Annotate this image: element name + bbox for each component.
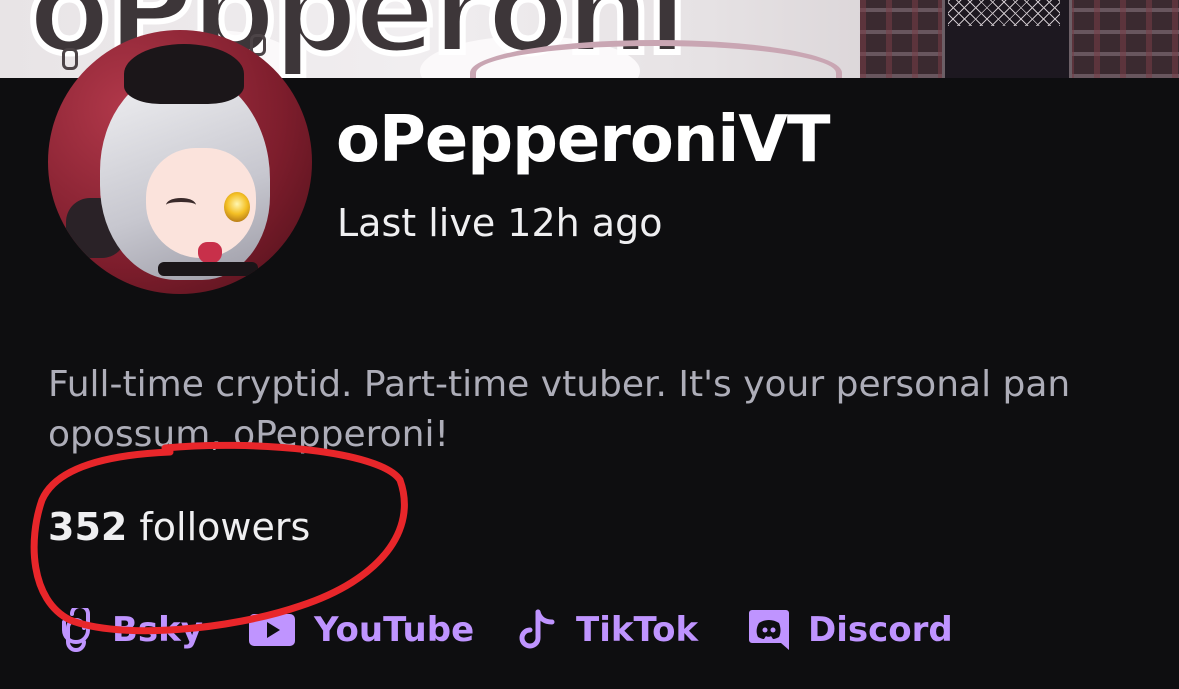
channel-bio: Full-time cryptid. Part-time vtuber. It'… xyxy=(48,364,1071,455)
discord-icon xyxy=(749,610,789,650)
follower-count[interactable]: 352 followers xyxy=(48,508,310,546)
avatar-choker xyxy=(158,262,258,276)
youtube-icon xyxy=(249,614,295,646)
social-link-label: Discord xyxy=(808,610,953,650)
social-link-label: YouTube xyxy=(314,610,475,650)
follower-count-number: 352 xyxy=(48,505,128,549)
social-link-tiktok[interactable]: TikTok xyxy=(518,604,698,656)
banner-character-fishnet xyxy=(948,0,1060,26)
social-link-bsky[interactable]: Bsky xyxy=(58,604,203,656)
social-link-discord[interactable]: Discord xyxy=(748,604,953,656)
avatar-eye xyxy=(224,192,250,222)
channel-profile-screen: oPpperoni oPepperoniVT Last live 12h ago… xyxy=(0,0,1179,689)
avatar-hat xyxy=(124,44,244,104)
avatar-image[interactable] xyxy=(48,30,312,294)
avatar-winking-eye xyxy=(166,198,196,212)
bluesky-link-icon xyxy=(62,608,90,652)
follower-count-label: followers xyxy=(139,505,311,549)
social-link-label: TikTok xyxy=(576,610,699,650)
avatar-mouth xyxy=(198,242,222,264)
social-link-label: Bsky xyxy=(112,610,203,650)
channel-name[interactable]: oPepperoniVT xyxy=(336,108,831,172)
tiktok-icon xyxy=(519,609,555,649)
chain-link-icon xyxy=(62,48,78,70)
social-link-youtube[interactable]: YouTube xyxy=(248,604,474,656)
last-live-status: Last live 12h ago xyxy=(337,201,663,245)
